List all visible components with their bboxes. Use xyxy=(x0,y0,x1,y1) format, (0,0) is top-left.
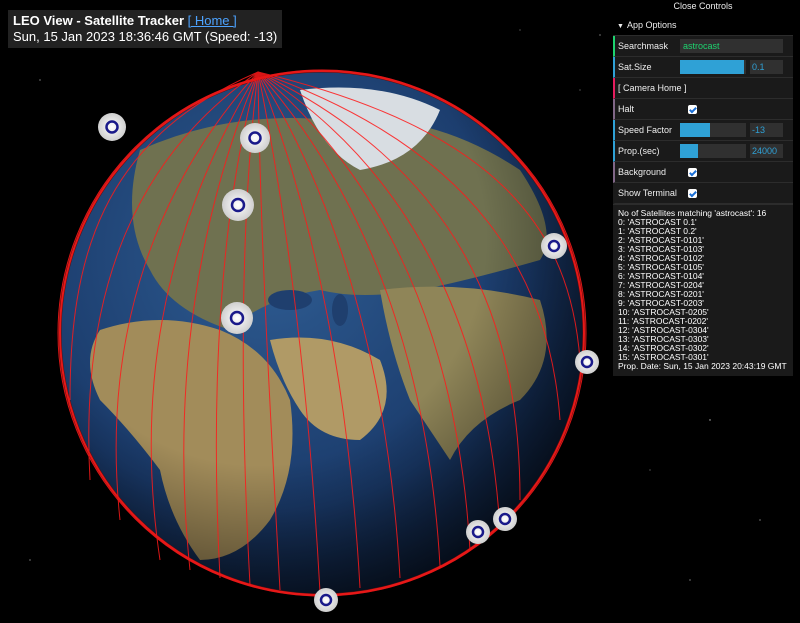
prop-row: Prop.(sec) 24000 xyxy=(613,141,793,162)
show-terminal-row: Show Terminal xyxy=(613,183,793,204)
camera-home-button[interactable]: [ Camera Home ] xyxy=(618,83,687,93)
speed-row: Speed Factor -13 xyxy=(613,120,793,141)
title-box: LEO View - Satellite Tracker [ Home ] Su… xyxy=(8,10,283,48)
app-title: LEO View - Satellite Tracker xyxy=(13,13,185,28)
satsize-slider-fill xyxy=(680,60,745,74)
satsize-slider[interactable] xyxy=(680,60,746,74)
controls-panel: Close Controls ▼App Options Searchmask S… xyxy=(613,0,793,376)
halt-row: Halt xyxy=(613,99,793,120)
prop-slider-fill xyxy=(680,144,699,158)
show-terminal-checkbox[interactable] xyxy=(688,188,697,198)
speed-slider-fill xyxy=(680,123,710,137)
halt-label: Halt xyxy=(618,104,635,114)
satellite-marker xyxy=(575,350,599,374)
terminal-footer: Prop. Date: Sun, 15 Jan 2023 20:43:19 GM… xyxy=(618,361,787,371)
title-line: LEO View - Satellite Tracker [ Home ] xyxy=(13,13,277,29)
background-checkbox[interactable] xyxy=(688,167,697,177)
satsize-label: Sat.Size xyxy=(618,62,652,72)
background-row: Background xyxy=(613,162,793,183)
triangle-down-icon: ▼ xyxy=(617,23,624,30)
searchmask-label: Searchmask xyxy=(618,41,669,51)
terminal-output: No of Satellites matching 'astrocast': 1… xyxy=(613,204,793,376)
satellite-marker xyxy=(493,507,517,531)
speed-slider[interactable] xyxy=(680,123,746,137)
speed-label: Speed Factor xyxy=(618,125,673,135)
satsize-value-field[interactable]: 0.1 xyxy=(750,60,783,74)
prop-slider[interactable] xyxy=(680,144,746,158)
show-terminal-label: Show Terminal xyxy=(618,188,677,198)
satellite-marker xyxy=(466,520,490,544)
satellite-marker xyxy=(222,189,254,221)
camera-home-row[interactable]: [ Camera Home ] xyxy=(613,78,793,99)
satellite-marker xyxy=(98,113,126,141)
background-label: Background xyxy=(618,167,667,177)
close-controls-button[interactable]: Close Controls xyxy=(613,0,793,13)
prop-label: Prop.(sec) xyxy=(618,146,660,156)
satellite-marker xyxy=(541,233,567,259)
home-link[interactable]: [ Home ] xyxy=(188,13,237,28)
searchmask-input[interactable] xyxy=(680,39,783,53)
status-line: Sun, 15 Jan 2023 18:36:46 GMT (Speed: -1… xyxy=(13,29,278,44)
satellite-marker xyxy=(314,588,338,612)
satsize-row: Sat.Size 0.1 xyxy=(613,57,793,78)
folder-app-options[interactable]: ▼ App Options xyxy=(613,16,793,36)
satellite-marker xyxy=(221,302,253,334)
halt-checkbox[interactable] xyxy=(688,104,697,114)
satellite-marker xyxy=(240,123,270,153)
speed-value-field[interactable]: -13 xyxy=(750,123,783,137)
folder-label: App Options xyxy=(626,20,677,30)
prop-value-field[interactable]: 24000 xyxy=(750,144,783,158)
searchmask-row: Searchmask xyxy=(613,36,793,57)
